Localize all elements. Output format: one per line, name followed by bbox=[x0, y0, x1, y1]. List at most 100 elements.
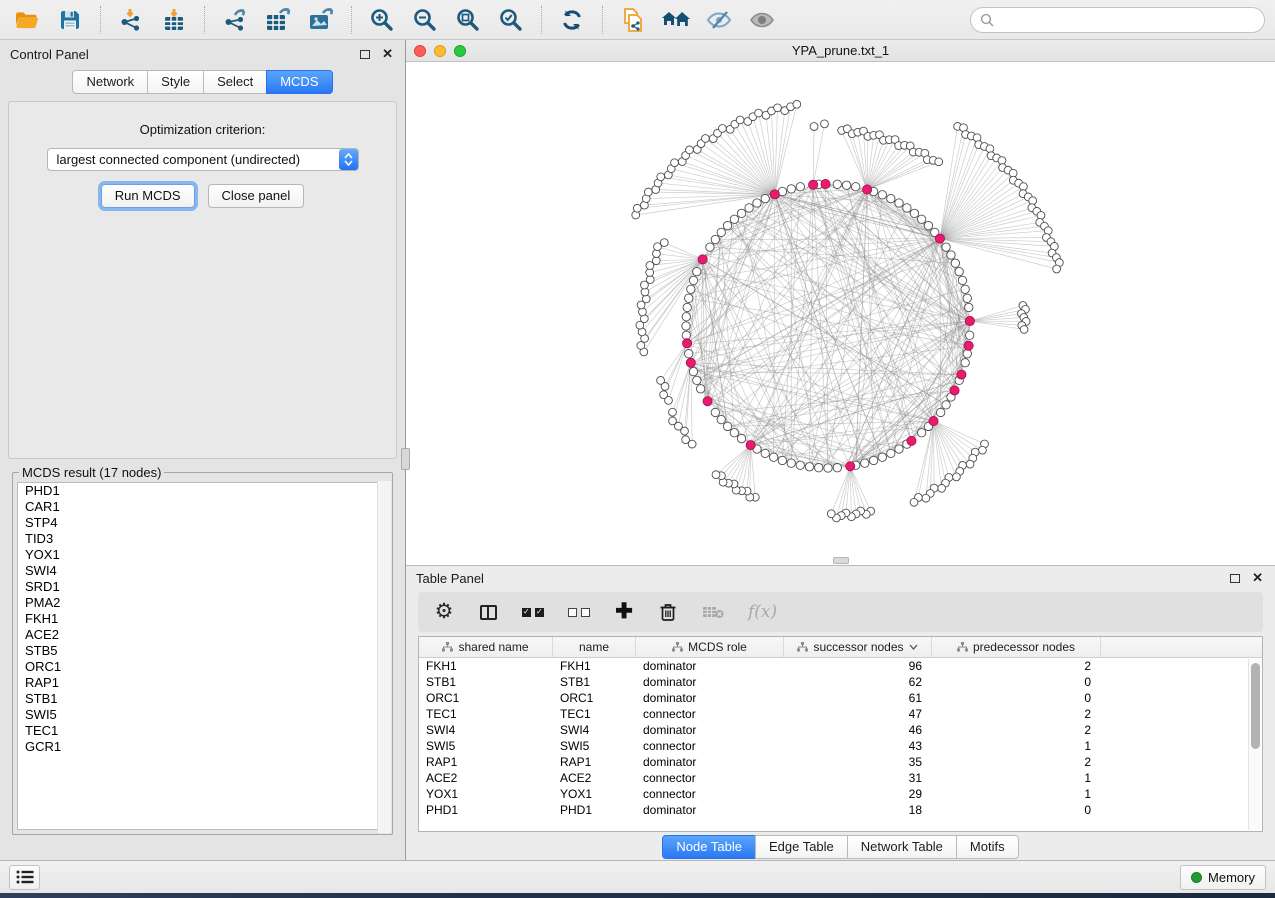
table-row[interactable]: SWI4SWI4dominator462 bbox=[419, 722, 1262, 738]
table-cell[interactable]: connector bbox=[636, 738, 784, 754]
table-cell[interactable]: RAP1 bbox=[419, 754, 553, 770]
table-cell[interactable]: SWI5 bbox=[553, 738, 636, 754]
table-row[interactable]: STB1STB1dominator620 bbox=[419, 674, 1262, 690]
mcds-result-item[interactable]: YOX1 bbox=[18, 547, 387, 563]
table-cell[interactable]: TEC1 bbox=[419, 706, 553, 722]
mcds-result-item[interactable]: TEC1 bbox=[18, 723, 387, 739]
open-file-icon[interactable] bbox=[10, 5, 44, 35]
mcds-result-item[interactable]: PMA2 bbox=[18, 595, 387, 611]
table-cell[interactable]: 31 bbox=[784, 770, 932, 786]
table-cell[interactable]: 96 bbox=[784, 658, 932, 674]
zoom-out-icon[interactable] bbox=[408, 5, 442, 35]
table-cell[interactable]: dominator bbox=[636, 754, 784, 770]
function-icon[interactable]: f(x) bbox=[748, 600, 777, 624]
mcds-result-item[interactable]: ORC1 bbox=[18, 659, 387, 675]
table-cell[interactable]: dominator bbox=[636, 690, 784, 706]
tab-network[interactable]: Network bbox=[72, 70, 148, 94]
table-row[interactable]: RAP1RAP1dominator352 bbox=[419, 754, 1262, 770]
close-panel-icon[interactable]: ✕ bbox=[382, 49, 393, 59]
table-cell[interactable]: 2 bbox=[932, 706, 1101, 722]
zoom-in-icon[interactable] bbox=[365, 5, 399, 35]
mcds-result-item[interactable]: RAP1 bbox=[18, 675, 387, 691]
mcds-result-item[interactable]: PHD1 bbox=[18, 483, 387, 499]
table-cell[interactable]: 1 bbox=[932, 770, 1101, 786]
table-scrollbar-thumb[interactable] bbox=[1251, 663, 1260, 749]
trash-icon[interactable] bbox=[658, 600, 678, 624]
search-input[interactable] bbox=[1000, 12, 1255, 27]
table-cell[interactable]: FKH1 bbox=[553, 658, 636, 674]
mcds-result-item[interactable]: GCR1 bbox=[18, 739, 387, 755]
table-cell[interactable]: 2 bbox=[932, 722, 1101, 738]
tab-node-table[interactable]: Node Table bbox=[662, 835, 756, 859]
export-network-icon[interactable] bbox=[218, 5, 252, 35]
horizontal-splitter-handle[interactable] bbox=[833, 557, 849, 564]
table-row[interactable]: ACE2ACE2connector311 bbox=[419, 770, 1262, 786]
table-cell[interactable]: SWI5 bbox=[419, 738, 553, 754]
mcds-result-item[interactable]: SWI5 bbox=[18, 707, 387, 723]
select-all-icon[interactable] bbox=[522, 600, 544, 624]
houses-icon[interactable] bbox=[659, 5, 693, 35]
zoom-selected-icon[interactable] bbox=[494, 5, 528, 35]
table-cell[interactable]: SWI4 bbox=[419, 722, 553, 738]
mcds-result-item[interactable]: SRD1 bbox=[18, 579, 387, 595]
table-cell[interactable]: 46 bbox=[784, 722, 932, 738]
run-mcds-button[interactable]: Run MCDS bbox=[101, 184, 195, 208]
import-table-icon[interactable] bbox=[157, 5, 191, 35]
table-cell[interactable]: ORC1 bbox=[419, 690, 553, 706]
result-list-scrollbar[interactable] bbox=[377, 481, 391, 833]
tab-motifs[interactable]: Motifs bbox=[956, 835, 1019, 859]
table-cell[interactable]: FKH1 bbox=[419, 658, 553, 674]
table-cell[interactable]: TEC1 bbox=[553, 706, 636, 722]
table-row[interactable]: SWI5SWI5connector431 bbox=[419, 738, 1262, 754]
zoom-fit-icon[interactable] bbox=[451, 5, 485, 35]
eye-slash-icon[interactable] bbox=[702, 5, 736, 35]
table-cell[interactable]: PHD1 bbox=[419, 802, 553, 818]
table-cell[interactable]: 2 bbox=[932, 754, 1101, 770]
table-row[interactable]: YOX1YOX1connector291 bbox=[419, 786, 1262, 802]
table-cell[interactable]: ORC1 bbox=[553, 690, 636, 706]
close-table-panel-icon[interactable]: ✕ bbox=[1252, 573, 1263, 583]
table-cell[interactable]: 47 bbox=[784, 706, 932, 722]
network-canvas[interactable] bbox=[406, 62, 1275, 565]
table-cell[interactable]: ACE2 bbox=[553, 770, 636, 786]
refresh-icon[interactable] bbox=[555, 5, 589, 35]
table-cell[interactable]: connector bbox=[636, 770, 784, 786]
clone-network-icon[interactable] bbox=[616, 5, 650, 35]
table-cell[interactable]: ACE2 bbox=[419, 770, 553, 786]
table-cell[interactable]: 35 bbox=[784, 754, 932, 770]
save-icon[interactable] bbox=[53, 5, 87, 35]
table-cell[interactable]: 62 bbox=[784, 674, 932, 690]
import-network-icon[interactable] bbox=[114, 5, 148, 35]
table-cell[interactable]: 1 bbox=[932, 786, 1101, 802]
table-cell[interactable]: STB1 bbox=[419, 674, 553, 690]
table-cell[interactable]: connector bbox=[636, 706, 784, 722]
memory-button[interactable]: Memory bbox=[1180, 865, 1266, 890]
eye-icon[interactable] bbox=[745, 5, 779, 35]
table-cell[interactable]: 29 bbox=[784, 786, 932, 802]
table-cell[interactable]: 0 bbox=[932, 802, 1101, 818]
table-row[interactable]: FKH1FKH1dominator962 bbox=[419, 658, 1262, 674]
column-header-name[interactable]: name bbox=[553, 637, 636, 657]
mcds-result-item[interactable]: TID3 bbox=[18, 531, 387, 547]
column-header-successor-nodes[interactable]: successor nodes bbox=[784, 637, 932, 657]
table-cell[interactable]: PHD1 bbox=[553, 802, 636, 818]
delete-table-icon[interactable] bbox=[702, 600, 724, 624]
mcds-result-item[interactable]: SWI4 bbox=[18, 563, 387, 579]
float-panel-icon[interactable] bbox=[360, 50, 370, 59]
table-cell[interactable]: 43 bbox=[784, 738, 932, 754]
column-header-shared-name[interactable]: shared name bbox=[419, 637, 553, 657]
table-cell[interactable]: YOX1 bbox=[419, 786, 553, 802]
float-table-panel-icon[interactable] bbox=[1230, 574, 1240, 583]
gear-icon[interactable]: ⚙ bbox=[434, 600, 454, 624]
table-cell[interactable]: 0 bbox=[932, 674, 1101, 690]
export-table-icon[interactable] bbox=[261, 5, 295, 35]
vertical-splitter-handle[interactable] bbox=[401, 448, 410, 470]
table-row[interactable]: PHD1PHD1dominator180 bbox=[419, 802, 1262, 818]
mcds-result-item[interactable]: ACE2 bbox=[18, 627, 387, 643]
mcds-result-item[interactable]: STB5 bbox=[18, 643, 387, 659]
table-cell[interactable]: dominator bbox=[636, 802, 784, 818]
tab-mcds[interactable]: MCDS bbox=[266, 70, 332, 94]
table-cell[interactable]: dominator bbox=[636, 674, 784, 690]
table-cell[interactable]: 0 bbox=[932, 690, 1101, 706]
split-view-icon[interactable] bbox=[478, 600, 498, 624]
